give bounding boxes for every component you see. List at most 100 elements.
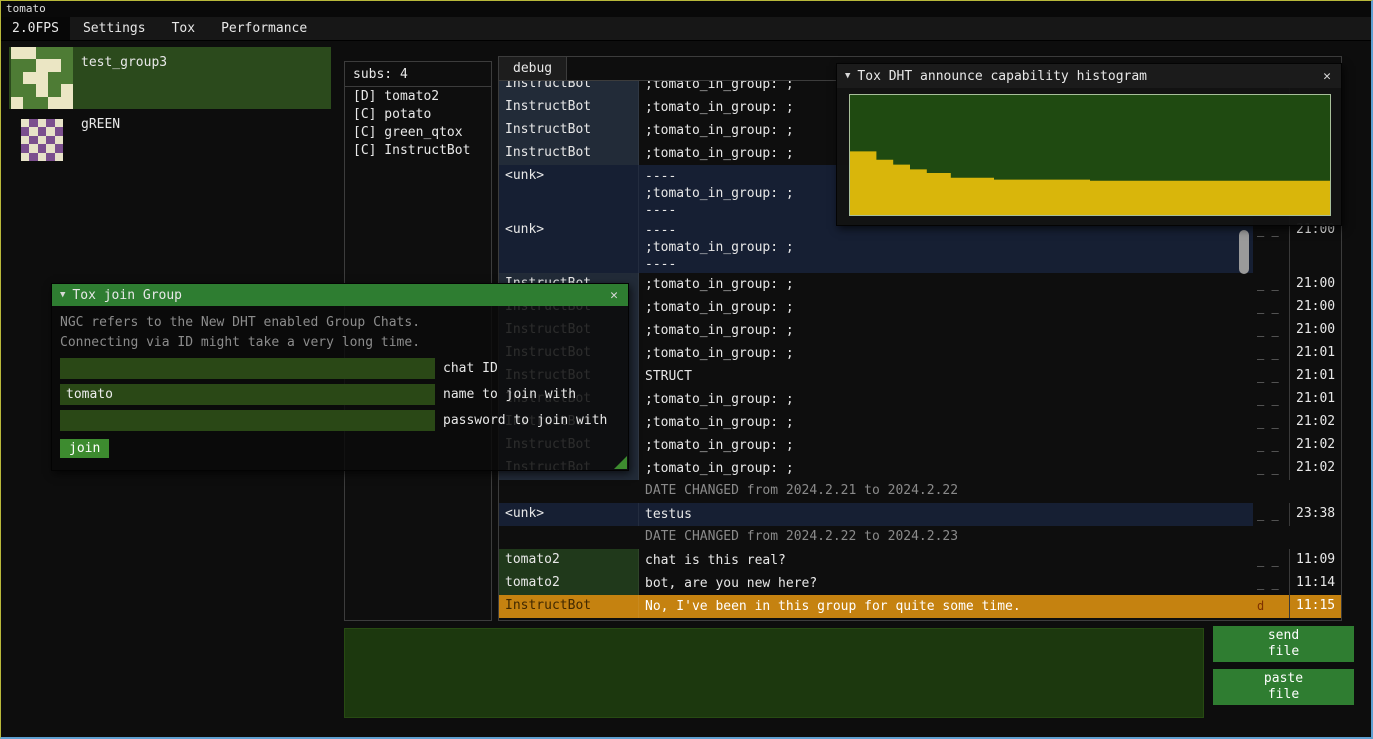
message-text: ;tomato_in_group: ; xyxy=(639,411,1253,434)
join-password-label: password to join with xyxy=(443,413,607,428)
member-list: [D] tomato2[C] potato[C] green_qtox[C] I… xyxy=(345,87,491,159)
message-time: 21:02 xyxy=(1289,434,1341,457)
dht-histogram-title: Tox DHT announce capability histogram xyxy=(857,69,1314,84)
message-text: ;tomato_in_group: ; xyxy=(639,319,1253,342)
chat-id-input[interactable] xyxy=(60,358,435,379)
send-file-button[interactable]: send file xyxy=(1213,626,1354,662)
message-time: 21:00 xyxy=(1289,219,1341,273)
join-name-label: name to join with xyxy=(443,387,576,402)
message-text: ;tomato_in_group: ; xyxy=(639,342,1253,365)
message-status: _ _ xyxy=(1253,549,1289,572)
app-window: tomato 2.0FPS Settings Tox Performance t… xyxy=(0,0,1373,739)
message-status: _ _ xyxy=(1253,457,1289,480)
collapse-icon[interactable]: ▼ xyxy=(60,290,65,300)
group-name: test_group3 xyxy=(81,55,167,70)
field-row: password to join with xyxy=(60,410,620,431)
chat-message-row[interactable]: InstructBotNo, I've been in this group f… xyxy=(499,595,1341,618)
member-item-InstructBot[interactable]: [C] InstructBot xyxy=(345,141,491,159)
join-group-body: NGC refers to the New DHT enabled Group … xyxy=(52,306,628,465)
message-time: 21:02 xyxy=(1289,411,1341,434)
message-text: bot, are you new here? xyxy=(639,572,1253,595)
dht-histogram-plot xyxy=(849,94,1331,216)
message-author: <unk> xyxy=(499,219,639,273)
fps-counter: 2.0FPS xyxy=(1,17,70,40)
join-password-input[interactable] xyxy=(60,410,435,431)
message-text: ;tomato_in_group: ; xyxy=(639,434,1253,457)
message-text: ;tomato_in_group: ; xyxy=(639,296,1253,319)
chat-message-row[interactable]: <unk>testus_ _23:38 xyxy=(499,503,1341,526)
chat-message-row[interactable]: tomato2chat is this real?_ _11:09 xyxy=(499,549,1341,572)
message-time: 21:00 xyxy=(1289,319,1341,342)
message-input[interactable] xyxy=(344,628,1204,718)
member-item-green_qtox[interactable]: [C] green_qtox xyxy=(345,123,491,141)
tab-debug[interactable]: debug xyxy=(499,57,567,80)
message-status: _ _ xyxy=(1253,365,1289,388)
dht-histogram-window: ▼ Tox DHT announce capability histogram … xyxy=(836,63,1342,226)
window-title: tomato xyxy=(6,2,46,15)
message-author: InstructBot xyxy=(499,119,639,142)
message-status: _ _ xyxy=(1253,319,1289,342)
message-time: 21:01 xyxy=(1289,388,1341,411)
message-time: 21:00 xyxy=(1289,273,1341,296)
message-status: d xyxy=(1253,595,1289,618)
message-author: <unk> xyxy=(499,165,639,219)
message-text: ;tomato_in_group: ; xyxy=(639,273,1253,296)
join-info-line: NGC refers to the New DHT enabled Group … xyxy=(60,313,620,333)
join-group-titlebar[interactable]: ▼ Tox join Group ✕ xyxy=(52,284,628,306)
message-author: <unk> xyxy=(499,503,639,526)
join-button[interactable]: join xyxy=(60,439,109,458)
message-time: 21:00 xyxy=(1289,296,1341,319)
join-info-line: Connecting via ID might take a very long… xyxy=(60,333,620,353)
chat-message-row[interactable]: tomato2bot, are you new here?_ _11:14 xyxy=(499,572,1341,595)
titlebar: tomato xyxy=(1,1,1371,17)
group-item-gREEN[interactable]: gREEN xyxy=(9,115,331,167)
dht-histogram-titlebar[interactable]: ▼ Tox DHT announce capability histogram … xyxy=(837,64,1341,88)
join-name-input[interactable] xyxy=(60,384,435,405)
message-text: STRUCT xyxy=(639,365,1253,388)
message-text: ;tomato_in_group: ; xyxy=(639,388,1253,411)
message-author: InstructBot xyxy=(499,142,639,165)
message-author: InstructBot xyxy=(499,96,639,119)
message-status: _ _ xyxy=(1253,342,1289,365)
resize-grip[interactable] xyxy=(614,456,627,469)
message-author: tomato2 xyxy=(499,572,639,595)
member-item-tomato2[interactable]: [D] tomato2 xyxy=(345,87,491,105)
message-time: 11:14 xyxy=(1289,572,1341,595)
message-author: tomato2 xyxy=(499,549,639,572)
message-time: 11:15 xyxy=(1289,595,1341,618)
message-status: _ _ xyxy=(1253,273,1289,296)
chat-id-label: chat ID xyxy=(443,361,498,376)
menu-item-performance[interactable]: Performance xyxy=(208,17,320,40)
message-time: 21:01 xyxy=(1289,365,1341,388)
member-item-potato[interactable]: [C] potato xyxy=(345,105,491,123)
menu-item-settings[interactable]: Settings xyxy=(70,17,159,40)
field-row: chat ID xyxy=(60,358,620,379)
close-icon[interactable]: ✕ xyxy=(608,288,620,303)
message-status: _ _ xyxy=(1253,503,1289,526)
message-time: 21:02 xyxy=(1289,457,1341,480)
close-icon[interactable]: ✕ xyxy=(1321,69,1333,84)
join-group-title: Tox join Group xyxy=(72,288,601,303)
chat-scrollbar[interactable] xyxy=(1239,230,1249,274)
message-status: _ _ xyxy=(1253,296,1289,319)
subs-header: subs: 4 xyxy=(345,62,491,86)
collapse-icon[interactable]: ▼ xyxy=(845,71,850,81)
message-time: 21:01 xyxy=(1289,342,1341,365)
menu-item-tox[interactable]: Tox xyxy=(159,17,208,40)
field-row: name to join with xyxy=(60,384,620,405)
message-time: 11:09 xyxy=(1289,549,1341,572)
group-item-test_group3[interactable]: test_group3 xyxy=(9,47,331,109)
menubar: 2.0FPS Settings Tox Performance xyxy=(1,17,1371,41)
message-status: _ _ xyxy=(1253,219,1289,273)
group-avatar xyxy=(11,47,73,109)
message-text: chat is this real? xyxy=(639,549,1253,572)
message-text: testus xyxy=(639,503,1253,526)
join-group-window: ▼ Tox join Group ✕ NGC refers to the New… xyxy=(51,283,629,471)
chat-message-row[interactable]: <unk>----;tomato_in_group: ;----_ _21:00 xyxy=(499,219,1341,273)
message-text: No, I've been in this group for quite so… xyxy=(639,595,1253,618)
message-status: _ _ xyxy=(1253,411,1289,434)
paste-file-button[interactable]: paste file xyxy=(1213,669,1354,705)
message-text: ----;tomato_in_group: ;---- xyxy=(639,219,1253,273)
group-avatar xyxy=(21,119,63,161)
date-separator: DATE CHANGED from 2024.2.22 to 2024.2.23 xyxy=(499,526,1341,549)
